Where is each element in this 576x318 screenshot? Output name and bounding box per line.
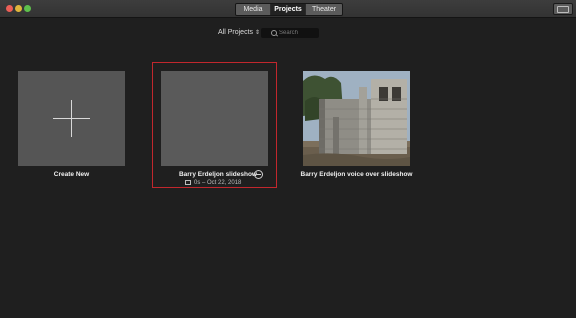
search-input[interactable] [279, 28, 317, 38]
search-field[interactable] [261, 28, 319, 38]
concrete-building-photo [303, 71, 410, 166]
project-thumbnail-slideshow[interactable] [161, 71, 268, 166]
filter-label: All Projects [218, 29, 254, 36]
create-new-label: Create New [53, 171, 90, 178]
close-window-button[interactable] [6, 5, 13, 12]
share-icon[interactable] [254, 170, 263, 179]
title-bar: Media Projects Theater [0, 0, 576, 18]
sidebar-toggle-button[interactable] [553, 3, 573, 15]
project-title-voice-over[interactable]: Barry Erdeljon voice over slideshow [293, 171, 420, 178]
plus-icon-vertical [71, 100, 72, 137]
film-icon [185, 180, 191, 185]
updown-arrows-icon: ⇕ [255, 30, 261, 36]
create-new-tile[interactable] [18, 71, 125, 166]
project-meta: 0s – Oct 22, 2018 [185, 180, 241, 186]
project-title-slideshow[interactable]: Barry Erdeljon slideshow [161, 171, 257, 178]
zoom-window-button[interactable] [24, 5, 31, 12]
tab-projects[interactable]: Projects [271, 4, 306, 15]
tab-media[interactable]: Media [236, 4, 271, 15]
project-filter-dropdown[interactable]: All Projects ⇕ [218, 29, 260, 36]
project-thumbnail-voice-over[interactable] [303, 71, 410, 166]
view-switcher: Media Projects Theater [235, 3, 343, 16]
tab-theater[interactable]: Theater [306, 4, 342, 15]
search-icon [271, 30, 277, 36]
project-meta-text: 0s – Oct 22, 2018 [194, 180, 242, 186]
minimize-window-button[interactable] [15, 5, 22, 12]
